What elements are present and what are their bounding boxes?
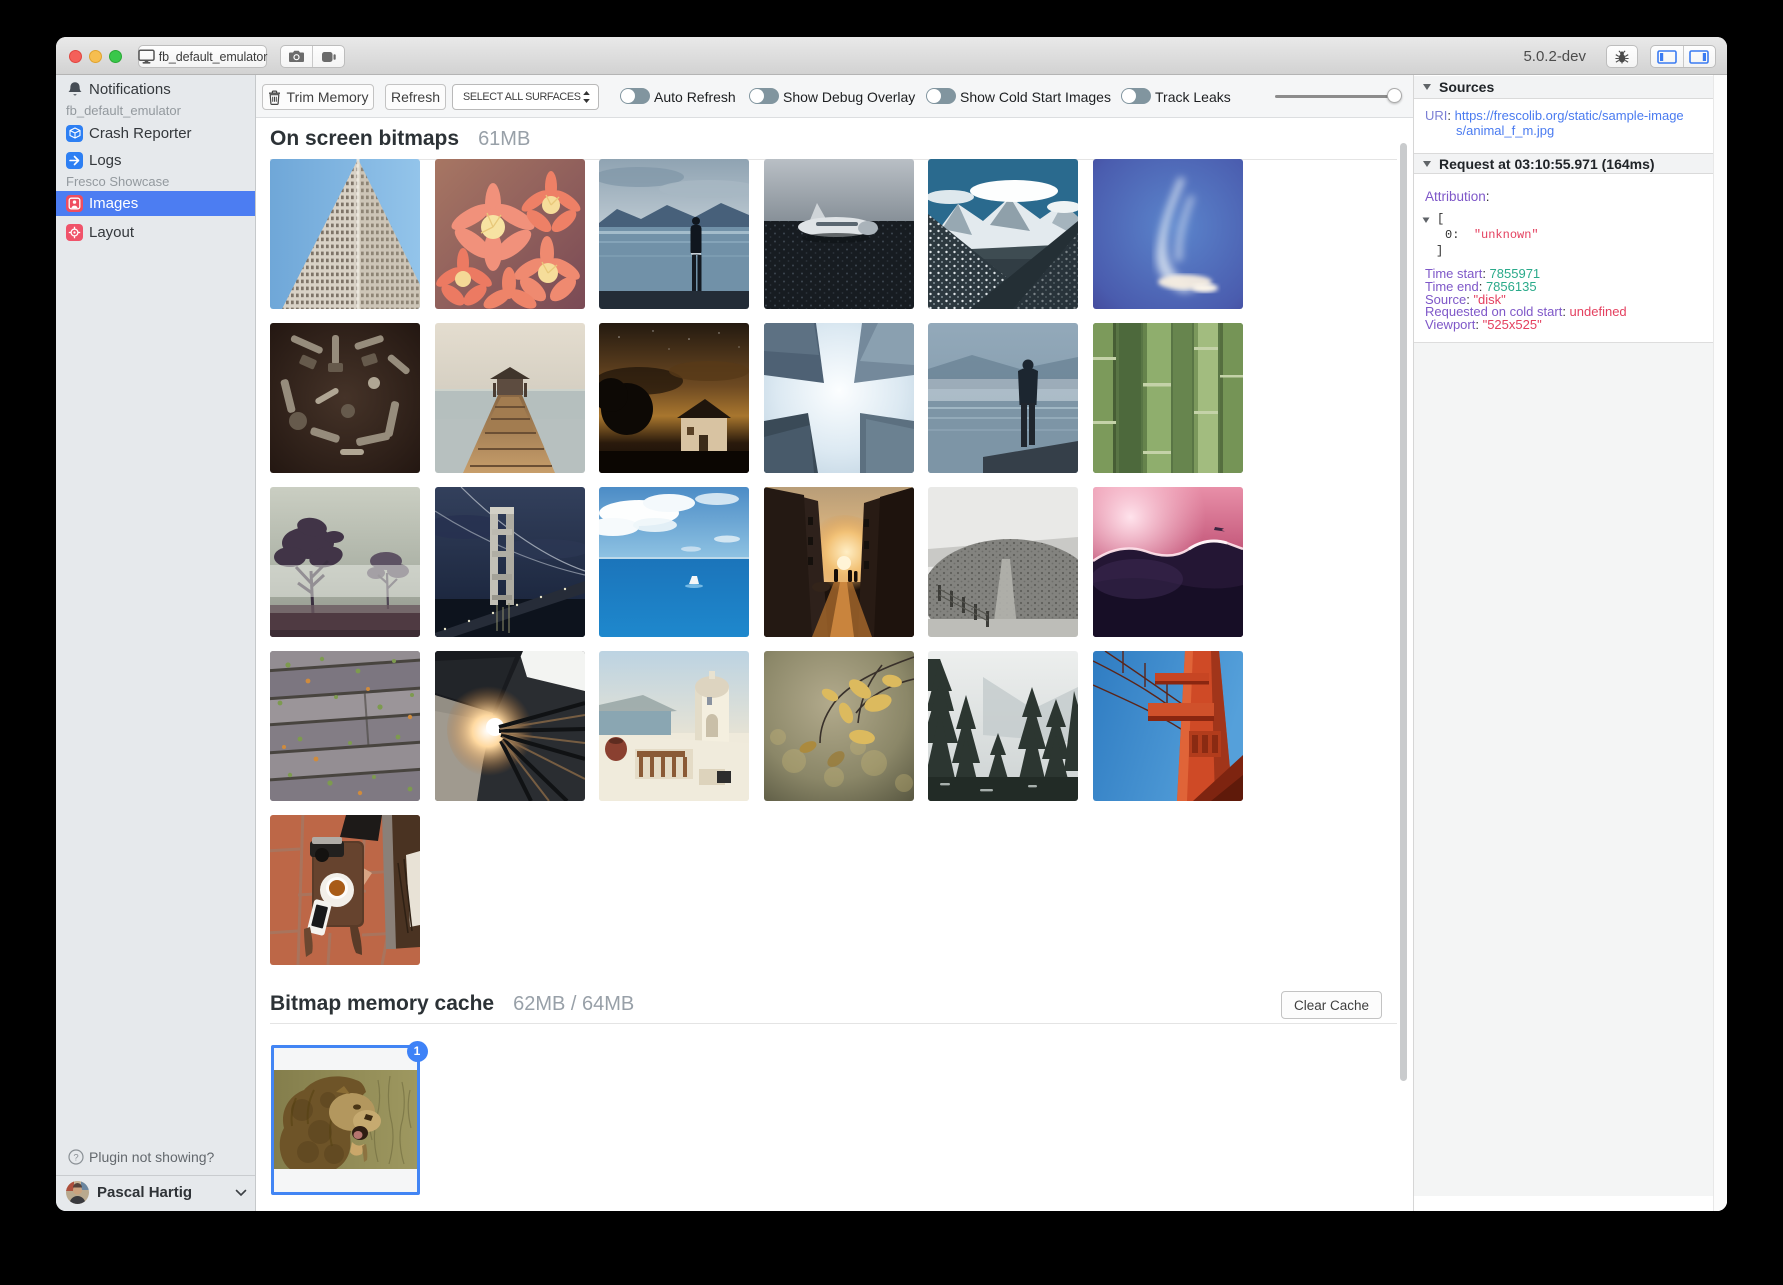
svg-text:?: ? [73, 1152, 78, 1163]
